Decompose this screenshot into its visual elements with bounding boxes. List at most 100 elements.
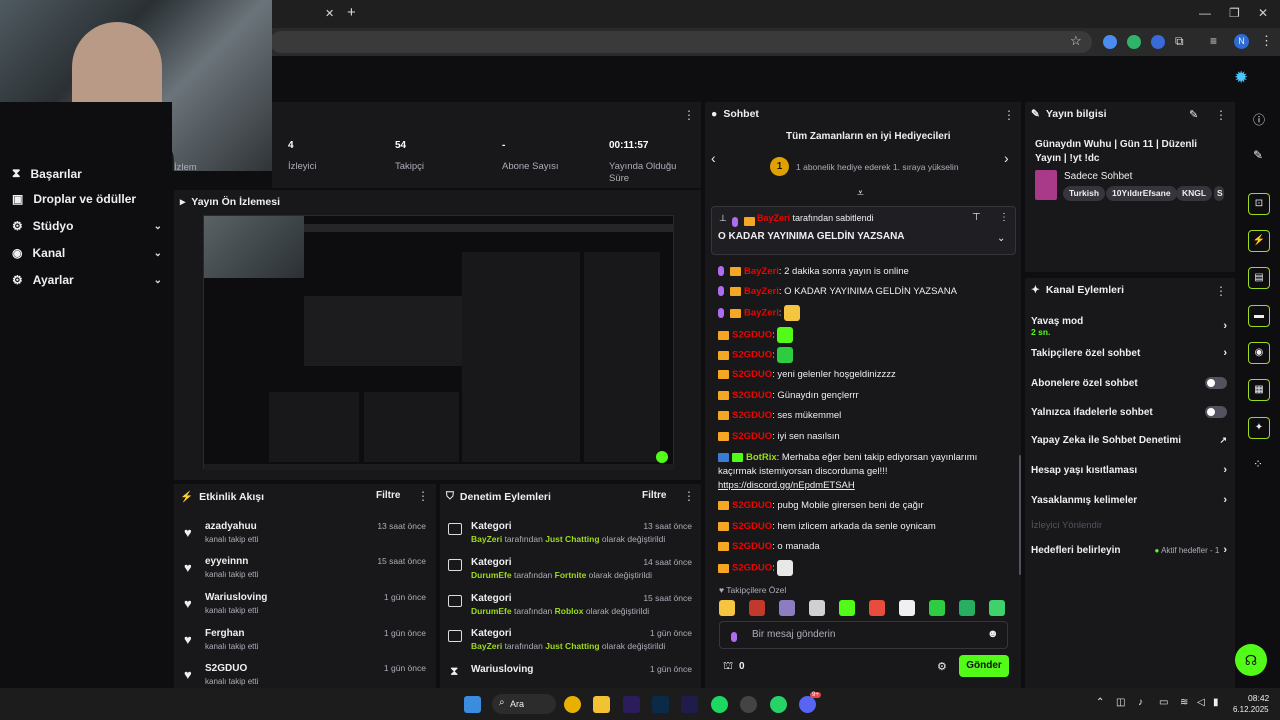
- sidebar-item-drops[interactable]: ▣ Droplar ve ödüller: [12, 192, 162, 206]
- pencil-icon[interactable]: ✎: [1253, 148, 1263, 162]
- moderation-menu-icon[interactable]: ⋮: [683, 489, 695, 503]
- pinned-menu-icon[interactable]: ⋮: [999, 212, 1009, 223]
- category-name[interactable]: Sadece Sohbet: [1064, 171, 1132, 182]
- info-icon[interactable]: ⓘ: [1253, 111, 1265, 128]
- chat-settings-icon[interactable]: ⚙: [937, 660, 947, 673]
- send-button[interactable]: Gönder: [959, 655, 1009, 677]
- emote-icon[interactable]: [899, 600, 915, 616]
- focus-icon[interactable]: ⊡: [1248, 193, 1270, 215]
- preview-taskbar: [204, 464, 675, 470]
- emote-icon[interactable]: [749, 600, 765, 616]
- extension-icon[interactable]: [1127, 35, 1141, 49]
- unpin-icon[interactable]: ⊤: [972, 212, 981, 223]
- bolt-icon[interactable]: ⚡: [1248, 230, 1270, 252]
- emote-icon[interactable]: [779, 600, 795, 616]
- slow-mode-row[interactable]: Yavaş mod 2 sn. ›: [1031, 314, 1227, 338]
- window-close-icon[interactable]: ✕: [1258, 6, 1268, 20]
- activity-menu-icon[interactable]: ⋮: [417, 489, 429, 503]
- followers-only-row[interactable]: Takipçilere özel sohbet ›: [1031, 347, 1227, 359]
- media-control-icon[interactable]: ≡: [1210, 34, 1217, 48]
- windows-start-icon[interactable]: [464, 696, 481, 713]
- minimize-icon[interactable]: —: [1199, 6, 1211, 20]
- scroll-down-icon[interactable]: ⩡: [857, 186, 864, 201]
- extensions-puzzle-icon[interactable]: ⧉: [1175, 34, 1184, 49]
- emote-icon[interactable]: [719, 600, 735, 616]
- emote-icon[interactable]: [989, 600, 1005, 616]
- whatsapp-icon[interactable]: [770, 696, 787, 713]
- channel-actions-menu-icon[interactable]: ⋮: [1215, 284, 1227, 298]
- edit-stream-info-icon[interactable]: ✎: [1189, 108, 1198, 121]
- emote-icon[interactable]: [929, 600, 945, 616]
- chat-menu-icon[interactable]: ⋮: [1003, 108, 1015, 122]
- close-tab-icon[interactable]: ✕: [325, 7, 334, 20]
- chat-scrollbar[interactable]: [1019, 455, 1021, 575]
- url-field[interactable]: [270, 31, 1092, 53]
- document-icon[interactable]: ▤: [1248, 267, 1270, 289]
- wifi-icon[interactable]: ≋: [1180, 697, 1188, 708]
- support-icon[interactable]: ☊: [1235, 644, 1267, 676]
- tray-app-icon[interactable]: ◫: [1116, 697, 1125, 708]
- account-age-row[interactable]: Hesap yaşı kısıtlaması ›: [1031, 464, 1227, 476]
- stream-tag[interactable]: 10YıldırEfsane: [1106, 186, 1177, 201]
- layout-icon[interactable]: ▦: [1248, 379, 1270, 401]
- broadcast-icon[interactable]: ◉: [1248, 342, 1270, 364]
- microphone-tray-icon[interactable]: ♪: [1138, 697, 1143, 708]
- volume-icon[interactable]: ◁: [1197, 697, 1205, 708]
- premiere-icon[interactable]: [623, 696, 640, 713]
- chrome-icon[interactable]: [564, 696, 581, 713]
- emote-icon[interactable]: [959, 600, 975, 616]
- points-icon[interactable]: ⛫: [723, 660, 733, 674]
- followers-only-label: ♥ Takipçilere Özel: [719, 585, 787, 595]
- microphone-icon[interactable]: [731, 628, 743, 646]
- profile-avatar-icon[interactable]: N: [1234, 34, 1249, 49]
- file-explorer-icon[interactable]: [593, 696, 610, 713]
- after-effects-icon[interactable]: [681, 696, 698, 713]
- sidebar-item-achievements[interactable]: ⧗ Başarılar: [12, 166, 162, 181]
- emotes-only-toggle[interactable]: [1205, 406, 1227, 418]
- chevron-down-icon[interactable]: ⌄: [997, 233, 1005, 244]
- browser-menu-icon[interactable]: ⋮: [1260, 33, 1273, 49]
- discord-icon[interactable]: [799, 696, 816, 713]
- apps-icon[interactable]: ⁘: [1253, 457, 1263, 471]
- stream-info-menu-icon[interactable]: ⋮: [1215, 108, 1227, 122]
- moderation-filter-button[interactable]: Filtre: [642, 490, 666, 501]
- rank-badge: 1: [770, 157, 789, 176]
- clock-date[interactable]: 6.12.2025: [1233, 705, 1269, 714]
- activity-filter-button[interactable]: Filtre: [376, 490, 400, 501]
- battery-icon[interactable]: ▮: [1213, 697, 1219, 708]
- sidebar-item-settings[interactable]: ⚙ Ayarlar ⌄: [12, 273, 162, 287]
- emote-icon[interactable]: [869, 600, 885, 616]
- extension-icon[interactable]: [1151, 35, 1165, 49]
- maximize-icon[interactable]: ❐: [1229, 6, 1240, 20]
- emoji-picker-icon[interactable]: ☻: [987, 628, 999, 640]
- banned-words-row[interactable]: Yasaklanmış kelimeler ›: [1031, 494, 1227, 506]
- wrench-icon[interactable]: ✦: [1248, 417, 1270, 439]
- discord-link[interactable]: https://discord.gg/nEpdmETSAH: [718, 480, 855, 491]
- steam-icon[interactable]: [740, 696, 757, 713]
- gifters-prev-icon[interactable]: ‹: [711, 150, 716, 166]
- chat-bubble-icon[interactable]: ▬: [1248, 305, 1270, 327]
- spotify-icon[interactable]: [711, 696, 728, 713]
- sidebar-item-studio[interactable]: ⚙ Stüdyo ⌄: [12, 219, 162, 233]
- new-tab-icon[interactable]: +: [347, 4, 356, 21]
- stats-menu-icon[interactable]: ⋮: [683, 108, 695, 122]
- sidebar-item-channel[interactable]: ◉ Kanal ⌄: [12, 246, 162, 260]
- goals-row[interactable]: Hedefleri belirleyin ● Aktif hedefler - 1…: [1031, 544, 1227, 556]
- gifters-next-icon[interactable]: ›: [1004, 150, 1009, 166]
- ai-moderation-row[interactable]: Yapay Zeka ile Sohbet Denetimi ↗: [1031, 435, 1227, 446]
- stream-tag[interactable]: Turkish: [1063, 186, 1106, 201]
- clock-time[interactable]: 08:42: [1248, 693, 1269, 703]
- photoshop-icon[interactable]: [652, 696, 669, 713]
- notifications-gear-icon[interactable]: ✹: [1234, 68, 1248, 88]
- preview-nested: [304, 296, 464, 366]
- stream-tag[interactable]: KNGL: [1176, 186, 1213, 201]
- subscribers-only-toggle[interactable]: [1205, 377, 1227, 389]
- tray-up-icon[interactable]: ⌃: [1096, 697, 1104, 708]
- emote-icon[interactable]: [809, 600, 825, 616]
- emote-icon[interactable]: [839, 600, 855, 616]
- extension-icon[interactable]: [1103, 35, 1117, 49]
- language-icon[interactable]: ▭: [1159, 697, 1168, 708]
- bookmark-star-icon[interactable]: ☆: [1070, 33, 1082, 49]
- stream-preview-video[interactable]: [203, 215, 675, 470]
- stream-tag[interactable]: S: [1214, 186, 1224, 201]
